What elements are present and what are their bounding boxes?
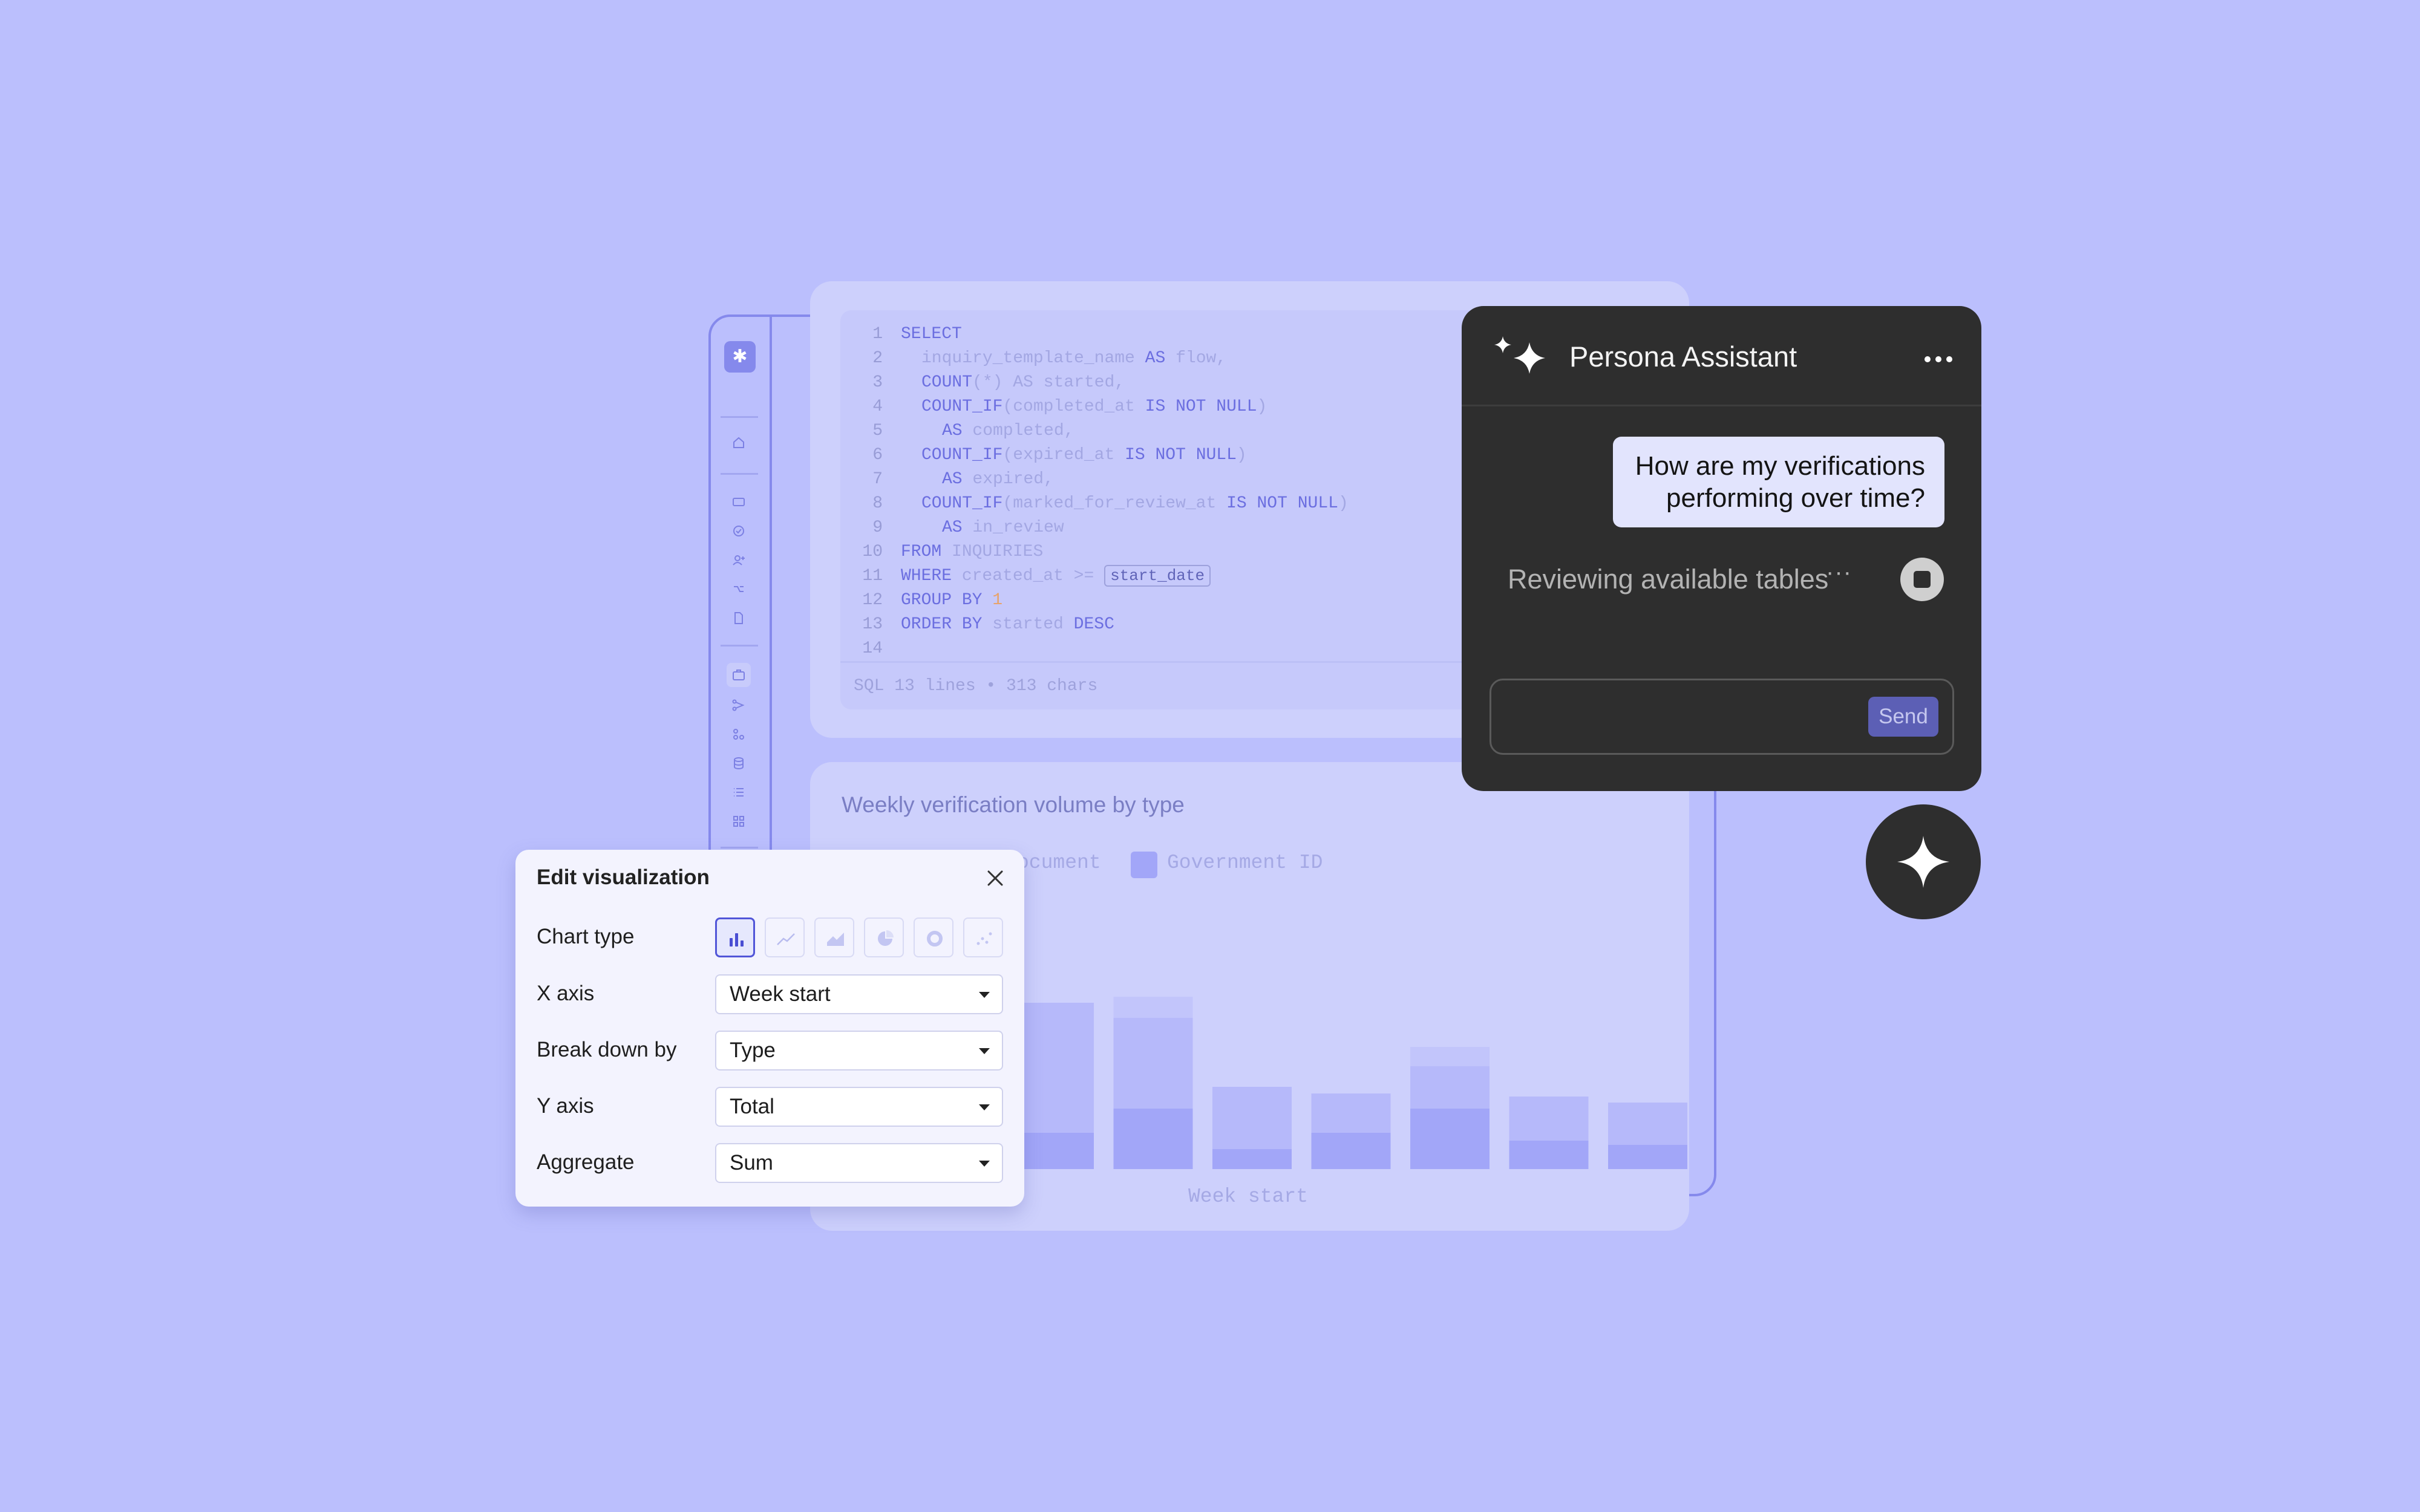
loading-dots: ··· — [1826, 559, 1852, 585]
grid-icon[interactable] — [731, 814, 746, 829]
pie-chart-icon — [878, 930, 894, 946]
code-line: 13 ORDER BY started DESC — [862, 615, 1114, 634]
scatter-chart-icon — [976, 932, 992, 945]
sidebar-divider — [721, 645, 758, 647]
chevron-down-icon — [979, 1104, 990, 1110]
bar-segment — [1212, 1149, 1292, 1169]
bar-segment — [1410, 1109, 1490, 1169]
sidebar-divider — [721, 473, 758, 475]
document-icon[interactable] — [731, 611, 746, 625]
scatter-chart-option[interactable] — [963, 917, 1003, 957]
chevron-down-icon — [979, 1048, 990, 1054]
breakdown-select[interactable]: Type — [715, 1031, 1003, 1070]
bar-segment — [1608, 1103, 1687, 1145]
y-axis-select[interactable]: Total — [715, 1087, 1003, 1127]
code-line: 7 AS expired, — [872, 470, 1054, 489]
panel-title: Edit visualization — [537, 865, 710, 889]
close-icon[interactable] — [984, 867, 1007, 890]
param-chip[interactable]: start_date — [1104, 565, 1211, 587]
add-user-icon[interactable] — [731, 553, 746, 567]
x-axis-label: Week start — [1188, 1185, 1309, 1208]
assistant-launcher-button[interactable] — [1866, 804, 1981, 919]
list-icon[interactable] — [731, 785, 746, 800]
code-line: 11 WHERE created_at >= start_date — [840, 564, 1349, 588]
bar-segment — [1113, 1109, 1193, 1169]
sql-editor[interactable]: 1 SELECT 2 inquiry_template_name AS flow, … — [840, 310, 1477, 709]
y-axis-label: Y axis — [537, 1094, 594, 1118]
area-chart-icon — [827, 933, 844, 946]
bar-segment — [1015, 1133, 1094, 1169]
app-logo[interactable]: ✱ — [724, 341, 756, 373]
x-axis-label: X axis — [537, 982, 595, 1005]
bar-segment — [1311, 1093, 1391, 1133]
stop-button[interactable] — [1900, 558, 1944, 601]
sparkle-icon — [1494, 336, 1545, 374]
stop-icon — [1914, 571, 1931, 588]
assistant-status: Reviewing available tables — [1508, 564, 1829, 595]
home-icon[interactable] — [731, 435, 746, 450]
bar-segment — [1015, 1003, 1094, 1093]
chart-type-label: Chart type — [537, 925, 635, 948]
bar-segment — [1608, 1145, 1687, 1169]
send-button[interactable]: Send — [1868, 697, 1938, 737]
sql-status-bar: SQL 13 lines • 313 chars — [840, 661, 1477, 709]
code-line: 10 FROM INQUIRIES — [862, 543, 1044, 561]
x-axis-select[interactable]: Week start — [715, 974, 1003, 1014]
code-line: 5 AS completed, — [872, 422, 1074, 440]
code-line: 3 COUNT(*) AS started, — [872, 373, 1125, 392]
assistant-header: Persona Assistant — [1462, 306, 1981, 406]
aggregate-label: Aggregate — [537, 1150, 635, 1174]
line-chart-option[interactable] — [765, 917, 805, 957]
bar-segment — [1410, 1047, 1490, 1066]
bar-segment — [1015, 1093, 1094, 1133]
assistant-panel: Persona Assistant How are my verificatio… — [1462, 306, 1981, 791]
bar-segment — [1311, 1133, 1391, 1169]
sidebar-divider — [721, 847, 758, 849]
code-line: 14 — [862, 639, 883, 658]
chevron-down-icon — [979, 992, 990, 998]
code-line: 9 AS in_review — [872, 518, 1064, 537]
user-message: How are my verifications performing over… — [1613, 437, 1944, 527]
graph-icon[interactable] — [731, 698, 746, 712]
code-line: 8 COUNT_IF(marked_for_review_at IS NOT NU… — [872, 494, 1349, 513]
edit-visualization-panel: Edit visualization Chart type X axis Wee… — [515, 850, 1024, 1207]
chat-input[interactable]: Send — [1490, 679, 1954, 755]
pie-chart-option[interactable] — [864, 917, 904, 957]
code-line: 1 SELECT — [872, 325, 962, 344]
bar-chart-option[interactable] — [715, 917, 755, 957]
aggregate-select[interactable]: Sum — [715, 1143, 1003, 1183]
bar-segment — [1113, 1018, 1193, 1109]
database-icon[interactable] — [731, 756, 746, 771]
bar-chart-icon — [730, 933, 744, 947]
bar-segment — [1509, 1097, 1589, 1141]
breakdown-label: Break down by — [537, 1038, 677, 1061]
code-line: 12 GROUP BY 1 — [862, 591, 1003, 610]
code-line: 6 COUNT_IF(expired_at IS NOT NULL) — [872, 446, 1247, 464]
line-chart-icon — [777, 933, 795, 945]
chevron-down-icon — [979, 1161, 990, 1167]
sidebar-divider — [721, 416, 758, 418]
sql-code[interactable]: 1 SELECT 2 inquiry_template_name AS flow, … — [840, 322, 1349, 661]
bar-segment — [1113, 997, 1193, 1018]
flow-icon[interactable] — [731, 582, 746, 596]
more-options-icon[interactable] — [1921, 347, 1955, 371]
assistant-title: Persona Assistant — [1569, 341, 1797, 373]
code-line: 2 inquiry_template_name AS flow, — [872, 349, 1227, 368]
id-card-icon[interactable] — [731, 495, 746, 509]
sparkle-icon — [1897, 836, 1949, 888]
donut-chart-icon — [927, 931, 943, 947]
donut-chart-option[interactable] — [914, 917, 953, 957]
code-line: 4 COUNT_IF(completed_at IS NOT NULL) — [872, 397, 1267, 416]
bar-segment — [1509, 1141, 1589, 1169]
area-chart-option[interactable] — [814, 917, 854, 957]
briefcase-icon[interactable] — [727, 663, 751, 687]
cluster-icon[interactable] — [731, 727, 746, 741]
bar-segment — [1410, 1066, 1490, 1109]
check-circle-icon[interactable] — [731, 524, 746, 538]
bar-segment — [1212, 1087, 1292, 1149]
